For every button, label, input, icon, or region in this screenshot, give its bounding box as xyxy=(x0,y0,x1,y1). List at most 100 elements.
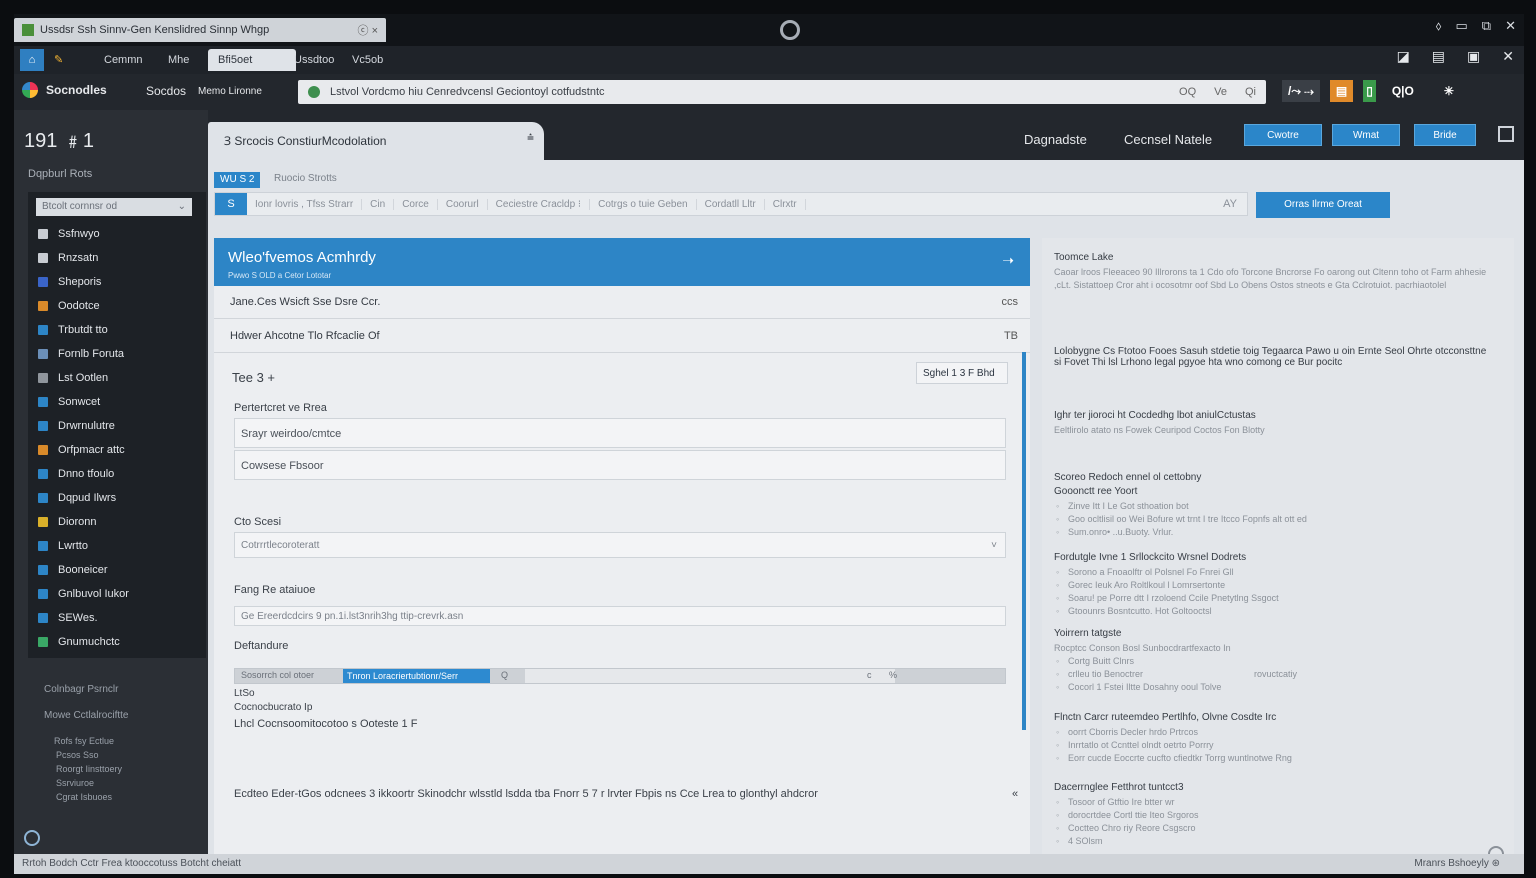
sidebar-item[interactable]: Sheporis xyxy=(38,270,198,294)
info-row-1[interactable]: Jane.Ces Wsicft Sse Dsre Ccr. ccs xyxy=(214,286,1030,319)
header-button-3[interactable]: Bride xyxy=(1414,124,1476,146)
window-minimize-icon[interactable]: ▭ xyxy=(1456,18,1468,34)
sidebar-item[interactable]: Oodotce xyxy=(38,294,198,318)
tab-vcsob[interactable]: Vc5ob xyxy=(342,49,393,71)
url-bar[interactable]: Lstvol Vordcmo hiu Cenredvcensl Gecionto… xyxy=(298,80,1266,104)
bolt-icon[interactable]: ✎ xyxy=(54,49,63,71)
share-icon[interactable]: Qi xyxy=(1245,86,1256,98)
window-title-tab[interactable]: Ussdsr Ssh Sinnv-Gen Kenslidred Sinnp Wh… xyxy=(14,18,386,42)
sidebar-select[interactable]: Btcolt cornnsr od ⌄ xyxy=(36,198,192,216)
info-section-heading[interactable]: Lolobygne Cs Ftotoo Fooes Sasuh stdetie … xyxy=(1054,346,1494,368)
sidebar-footer-7[interactable]: Cgrat Isbuoes xyxy=(56,792,112,802)
sidebar-footer-1[interactable]: Colnbagr Psrnclr xyxy=(44,684,118,695)
header-panel-icon[interactable] xyxy=(1498,126,1514,142)
filter-home-button[interactable]: S xyxy=(215,193,247,215)
sidebar-item[interactable]: Dioronn xyxy=(38,510,198,534)
extension-qo-icon[interactable]: Q|O xyxy=(1386,80,1420,102)
header-button-1[interactable]: Cwotre xyxy=(1244,124,1322,146)
filter-item[interactable]: Coorurl xyxy=(438,198,488,210)
tab-active[interactable]: Bfi5oet xyxy=(208,49,296,71)
progress-bar[interactable]: Sosorrch col otoer Tnron Loracriertubtio… xyxy=(234,668,1006,684)
sidebar-footer-4[interactable]: Pcsos Sso xyxy=(56,750,99,760)
field2-input[interactable]: Cowsese Fbsoor xyxy=(234,450,1006,480)
search-icon[interactable]: OQ xyxy=(1179,86,1196,98)
home-icon[interactable]: ⌂ xyxy=(20,49,44,71)
tab-mhe[interactable]: Mhe xyxy=(158,49,199,71)
info-row-2[interactable]: Hdwer Ahcotne Tlo Rfcaclie Of TB xyxy=(214,320,1030,353)
tab-ussdtoo[interactable]: Ussdtoo xyxy=(284,49,344,71)
progress-btn-1[interactable]: c xyxy=(867,670,872,680)
sidebar-item[interactable]: Fornlb Foruta xyxy=(38,342,198,366)
card-collapse-icon[interactable]: ➝ xyxy=(1002,252,1014,269)
brand[interactable]: Socnodles xyxy=(22,82,107,98)
sidebar-item-label: Drwrnulutre xyxy=(58,420,115,432)
extension-arrow-icon[interactable]: /⤳ ⇢ xyxy=(1282,80,1320,102)
filter-item[interactable]: Corce xyxy=(394,198,438,210)
sidebar-item[interactable]: Gnlbuvol Iukor xyxy=(38,582,198,606)
bookmark-icon[interactable]: Ve xyxy=(1214,86,1227,98)
info-section-heading[interactable]: Toomce Lake xyxy=(1054,252,1494,263)
window-restore-icon[interactable]: ⧉ xyxy=(1482,18,1491,34)
sidebar-item[interactable]: Rnzsatn xyxy=(38,246,198,270)
nav-link-memo[interactable]: Memo Lironne xyxy=(198,86,262,97)
filter-item[interactable]: Ionr lovris , Tfss Strarr xyxy=(247,198,363,210)
field4-input[interactable]: Ge Ereerdcdcirs 9 pn.1i.lst3nrih3hg ttip… xyxy=(234,606,1006,626)
sidebar-item[interactable]: Dnno tfoulo xyxy=(38,462,198,486)
pin-icon[interactable]: ⩮ xyxy=(527,130,534,145)
filter-item[interactable]: Ceciestre Cracldp ⁝ xyxy=(488,198,591,210)
create-button[interactable]: Orras Ilrme Oreat xyxy=(1256,192,1390,218)
scope-chip[interactable]: WU S 2 xyxy=(214,172,261,188)
sidebar-item[interactable]: SEWes. xyxy=(38,606,198,630)
header-link-cecnsel[interactable]: Cecnsel Natele xyxy=(1124,132,1212,147)
url-text[interactable]: Lstvol Vordcmo hiu Cenredvcensl Gecionto… xyxy=(330,86,605,98)
sidebar-settings-icon[interactable] xyxy=(24,830,40,846)
sidebar-item[interactable]: Sonwcet xyxy=(38,390,198,414)
sidebar-footer-6[interactable]: Ssrviuroe xyxy=(56,778,94,788)
nav-link-socdos[interactable]: Socdos xyxy=(146,84,186,98)
sidebar-item[interactable]: Booneicer xyxy=(38,558,198,582)
card-scrollbar[interactable] xyxy=(1022,352,1026,730)
tab-cemmn[interactable]: Cemmn xyxy=(94,49,153,71)
sidebar-item[interactable]: Trbutdt tto xyxy=(38,318,198,342)
info-section-heading[interactable]: Ighr ter jioroci ht Cocdedhg lbot aniulC… xyxy=(1054,410,1494,421)
window-x-icon[interactable]: ✕ xyxy=(1502,48,1514,65)
header-button-2[interactable]: Wmat xyxy=(1332,124,1400,146)
extension-orange-icon[interactable]: ▤ xyxy=(1329,80,1354,102)
field3-select[interactable]: Cotrrrtlecoroteratt ˅ xyxy=(234,532,1006,558)
sidebar-footer-5[interactable]: Roorgt Iinsttoery xyxy=(56,764,122,774)
main-header: Ɜ Srcocis ConstiurMcodolation ⩮ Dagnadst… xyxy=(208,110,1524,160)
sidebar-item[interactable]: Dqpud Ilwrs xyxy=(38,486,198,510)
sidebar-item[interactable]: Drwrnulutre xyxy=(38,414,198,438)
extension-green-icon[interactable]: ▯ xyxy=(1363,80,1376,102)
tab-close-icon[interactable]: ⓒ × xyxy=(358,22,378,38)
sidebar-footer-2[interactable]: Mowe Cctlalrociftte xyxy=(44,710,128,721)
sidebar-item[interactable]: Lwrtto xyxy=(38,534,198,558)
sidebar-item[interactable]: Ssfnwyo xyxy=(38,222,198,246)
window-split-icon[interactable]: ◪ xyxy=(1397,48,1410,65)
sidebar-footer-3[interactable]: Rofs fsy Ectlue xyxy=(54,736,114,746)
sidebar-item[interactable]: Orfpmacr attc xyxy=(38,438,198,462)
header-link-dagnadste[interactable]: Dagnadste xyxy=(1024,132,1087,147)
filter-item[interactable]: Cin xyxy=(362,198,395,210)
window-pin-icon[interactable]: ⬨ xyxy=(1436,18,1442,34)
info-section-heading[interactable]: Scoreo Redoch ennel ol cettobny xyxy=(1054,472,1494,483)
filter-item[interactable]: Cotrgs o tuie Geben xyxy=(590,198,697,210)
sidebar-item[interactable]: Lst Ootlen xyxy=(38,366,198,390)
sidebar-item[interactable]: Gnumuchctc xyxy=(38,630,198,654)
info-section-heading[interactable]: Fordutgle Ivne 1 Srllockcito Wrsnel Dodr… xyxy=(1054,552,1494,563)
window-close-icon[interactable]: ✕ xyxy=(1505,18,1516,34)
info-section-heading[interactable]: Flnctn Carcr ruteemdeo Pertlhfo, Olvne C… xyxy=(1054,712,1494,723)
filter-item[interactable]: Cordatll Lltr xyxy=(697,198,765,210)
double-chevron-icon[interactable]: « xyxy=(1012,788,1018,800)
window-grid-icon[interactable]: ▤ xyxy=(1432,48,1445,65)
progress-btn-2[interactable]: % xyxy=(889,670,897,680)
info-section-heading[interactable]: Yoirrern tatgste xyxy=(1054,628,1494,639)
section-selector[interactable]: Sghel 1 3 F Bhd xyxy=(916,362,1008,384)
filter-item[interactable]: Clrxtr xyxy=(765,198,806,210)
window-page-icon[interactable]: ▣ xyxy=(1467,48,1480,65)
document-tab[interactable]: Ɜ Srcocis ConstiurMcodolation ⩮ xyxy=(208,122,544,160)
field1-input[interactable]: Srayr weirdoo/cmtce xyxy=(234,418,1006,448)
extension-star-icon[interactable]: ✳ xyxy=(1438,80,1460,102)
info-section-heading[interactable]: Dacerrnglee Fetthrot tuntcct3 xyxy=(1054,782,1494,793)
filter-end-button[interactable]: AY xyxy=(1213,198,1247,210)
